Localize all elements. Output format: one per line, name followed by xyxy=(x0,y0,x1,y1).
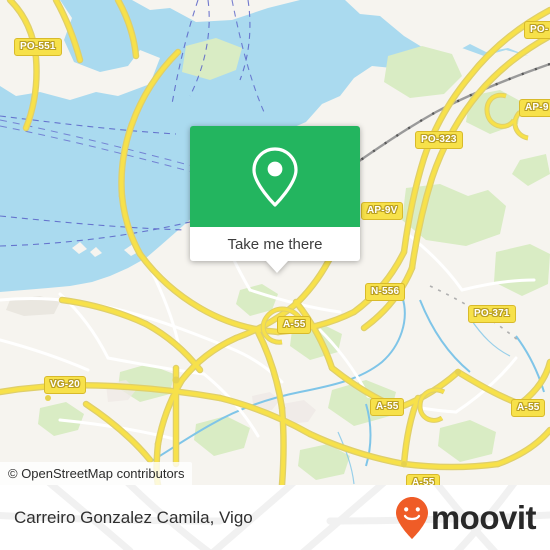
road-shield: A-55 xyxy=(511,399,546,417)
road-shield: AP-9V xyxy=(361,202,404,220)
map-canvas[interactable]: PO-551 PO- AP-9 PO-323 AP-9V N-556 PO-37… xyxy=(0,0,550,485)
take-me-there-popup[interactable]: Take me there xyxy=(190,126,360,273)
moovit-map-screen: PO-551 PO- AP-9 PO-323 AP-9V N-556 PO-37… xyxy=(0,0,550,550)
road-shield: PO- xyxy=(524,21,550,39)
attribution-text: © OpenStreetMap contributors xyxy=(8,466,185,481)
popup-header xyxy=(190,126,360,227)
road-shield: A-55 xyxy=(277,316,312,334)
footer-bar: Carreiro Gonzalez Camila, Vigo moovit xyxy=(0,485,550,550)
popup-action-label: Take me there xyxy=(227,235,323,253)
road-shield: PO-551 xyxy=(14,38,62,56)
map-pin-icon xyxy=(252,146,298,207)
road-shield: VG-20 xyxy=(44,376,86,394)
moovit-wordmark: moovit xyxy=(430,499,537,536)
popup-tail xyxy=(266,261,288,273)
road-shield: A-55 xyxy=(406,474,441,485)
moovit-pin-smiley-icon xyxy=(395,496,428,539)
road-shield: AP-9 xyxy=(519,99,550,117)
road-shield: PO-323 xyxy=(415,131,463,149)
popup-action[interactable]: Take me there xyxy=(190,227,360,261)
place-title: Carreiro Gonzalez Camila, Vigo xyxy=(14,485,253,550)
road-shield: PO-371 xyxy=(468,305,516,323)
moovit-brand[interactable]: moovit xyxy=(395,485,537,550)
road-shield: A-55 xyxy=(370,398,405,416)
road-shield: N-556 xyxy=(365,283,406,301)
map-attribution: © OpenStreetMap contributors xyxy=(0,462,192,485)
place-title-text: Carreiro Gonzalez Camila, Vigo xyxy=(14,507,253,527)
